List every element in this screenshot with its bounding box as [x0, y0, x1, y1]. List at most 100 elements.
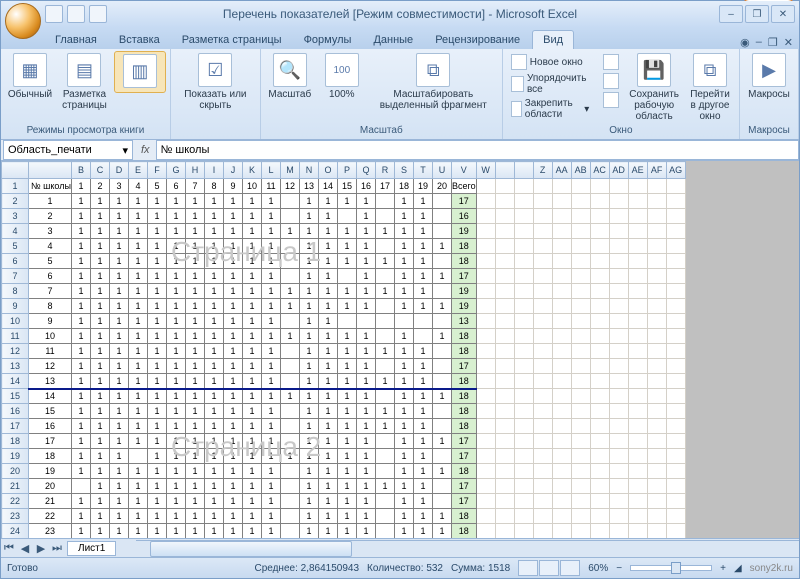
cell[interactable]: 1: [357, 494, 376, 509]
cell[interactable]: 1: [319, 464, 338, 479]
cell[interactable]: 1: [319, 299, 338, 314]
cell[interactable]: 1: [91, 374, 110, 389]
cell[interactable]: [571, 494, 590, 509]
cell[interactable]: [514, 509, 533, 524]
cell[interactable]: 1: [262, 389, 281, 404]
cell[interactable]: 16: [357, 179, 376, 194]
cell[interactable]: 1: [243, 329, 262, 344]
cell[interactable]: 1: [205, 314, 224, 329]
cell[interactable]: 1: [357, 329, 376, 344]
cell[interactable]: 1: [72, 449, 91, 464]
cell[interactable]: 3: [29, 224, 72, 239]
cell[interactable]: [414, 329, 433, 344]
cell[interactable]: 1: [148, 449, 167, 464]
cell[interactable]: 18: [452, 419, 477, 434]
cell[interactable]: [433, 209, 452, 224]
row-header[interactable]: 6: [2, 254, 29, 269]
cell[interactable]: 1: [224, 224, 243, 239]
cell[interactable]: [552, 464, 571, 479]
cell[interactable]: 1: [357, 359, 376, 374]
cell[interactable]: 1: [319, 344, 338, 359]
cell[interactable]: 1: [186, 404, 205, 419]
column-header[interactable]: [29, 162, 72, 179]
cell[interactable]: 1: [129, 359, 148, 374]
cell[interactable]: 1: [395, 464, 414, 479]
cell[interactable]: 19: [452, 299, 477, 314]
cell[interactable]: 1: [357, 224, 376, 239]
cell[interactable]: 4: [29, 239, 72, 254]
cell[interactable]: 1: [300, 209, 319, 224]
save-workspace-button[interactable]: 💾Сохранить рабочую область: [625, 51, 683, 124]
cell[interactable]: [590, 269, 609, 284]
cell[interactable]: [647, 389, 666, 404]
cell[interactable]: [376, 389, 395, 404]
cell[interactable]: [628, 494, 647, 509]
cell[interactable]: 1: [91, 314, 110, 329]
cell[interactable]: [590, 209, 609, 224]
cell[interactable]: 1: [243, 404, 262, 419]
cell[interactable]: [433, 374, 452, 389]
cell[interactable]: 1: [72, 434, 91, 449]
cell[interactable]: 1: [357, 404, 376, 419]
row-header[interactable]: 14: [2, 374, 29, 389]
cell[interactable]: 1: [376, 404, 395, 419]
cell[interactable]: 1: [110, 404, 129, 419]
cell[interactable]: 1: [72, 404, 91, 419]
cell[interactable]: 1: [186, 314, 205, 329]
cell[interactable]: [571, 224, 590, 239]
cell[interactable]: 17: [452, 194, 477, 209]
cell[interactable]: 1: [319, 524, 338, 539]
cell[interactable]: 1: [186, 494, 205, 509]
cell[interactable]: 1: [414, 359, 433, 374]
cell[interactable]: 1: [129, 224, 148, 239]
cell[interactable]: 1: [433, 464, 452, 479]
zoom-button[interactable]: 🔍Масштаб: [265, 51, 315, 102]
cell[interactable]: 1: [110, 359, 129, 374]
cell[interactable]: [533, 389, 552, 404]
row-header[interactable]: 13: [2, 359, 29, 374]
cell[interactable]: 1: [395, 359, 414, 374]
row-header[interactable]: 10: [2, 314, 29, 329]
cell[interactable]: [571, 344, 590, 359]
cell[interactable]: [495, 299, 514, 314]
cell[interactable]: 1: [72, 194, 91, 209]
cell[interactable]: 1: [72, 464, 91, 479]
cell[interactable]: [647, 254, 666, 269]
cell[interactable]: [281, 239, 300, 254]
cell[interactable]: 1: [395, 269, 414, 284]
cell[interactable]: 1: [129, 194, 148, 209]
cell[interactable]: 1: [243, 494, 262, 509]
cell[interactable]: [376, 434, 395, 449]
cell[interactable]: [609, 269, 628, 284]
cell[interactable]: 1: [357, 269, 376, 284]
cell[interactable]: 1: [281, 449, 300, 464]
cell[interactable]: [476, 254, 495, 269]
cell[interactable]: 3: [110, 179, 129, 194]
cell[interactable]: 1: [167, 299, 186, 314]
zoom-out-button[interactable]: −: [616, 563, 622, 574]
cell[interactable]: 6: [29, 269, 72, 284]
cell[interactable]: 1: [72, 374, 91, 389]
cell[interactable]: 1: [167, 494, 186, 509]
cell[interactable]: 20: [433, 179, 452, 194]
cell[interactable]: [571, 329, 590, 344]
cell[interactable]: 1: [129, 524, 148, 539]
cell[interactable]: [628, 299, 647, 314]
cell[interactable]: [476, 314, 495, 329]
cell[interactable]: [495, 359, 514, 374]
cell[interactable]: [476, 494, 495, 509]
cell[interactable]: [628, 509, 647, 524]
cell[interactable]: 1: [110, 524, 129, 539]
cell[interactable]: [376, 449, 395, 464]
office-button[interactable]: [5, 3, 41, 39]
cell[interactable]: [666, 449, 685, 464]
cell[interactable]: 1: [186, 524, 205, 539]
cell[interactable]: [628, 464, 647, 479]
cell[interactable]: 1: [376, 254, 395, 269]
cell[interactable]: [552, 359, 571, 374]
cell[interactable]: 1: [414, 464, 433, 479]
cell[interactable]: [666, 284, 685, 299]
close-button[interactable]: ✕: [771, 5, 795, 23]
cell[interactable]: [666, 359, 685, 374]
cell[interactable]: 1: [319, 284, 338, 299]
